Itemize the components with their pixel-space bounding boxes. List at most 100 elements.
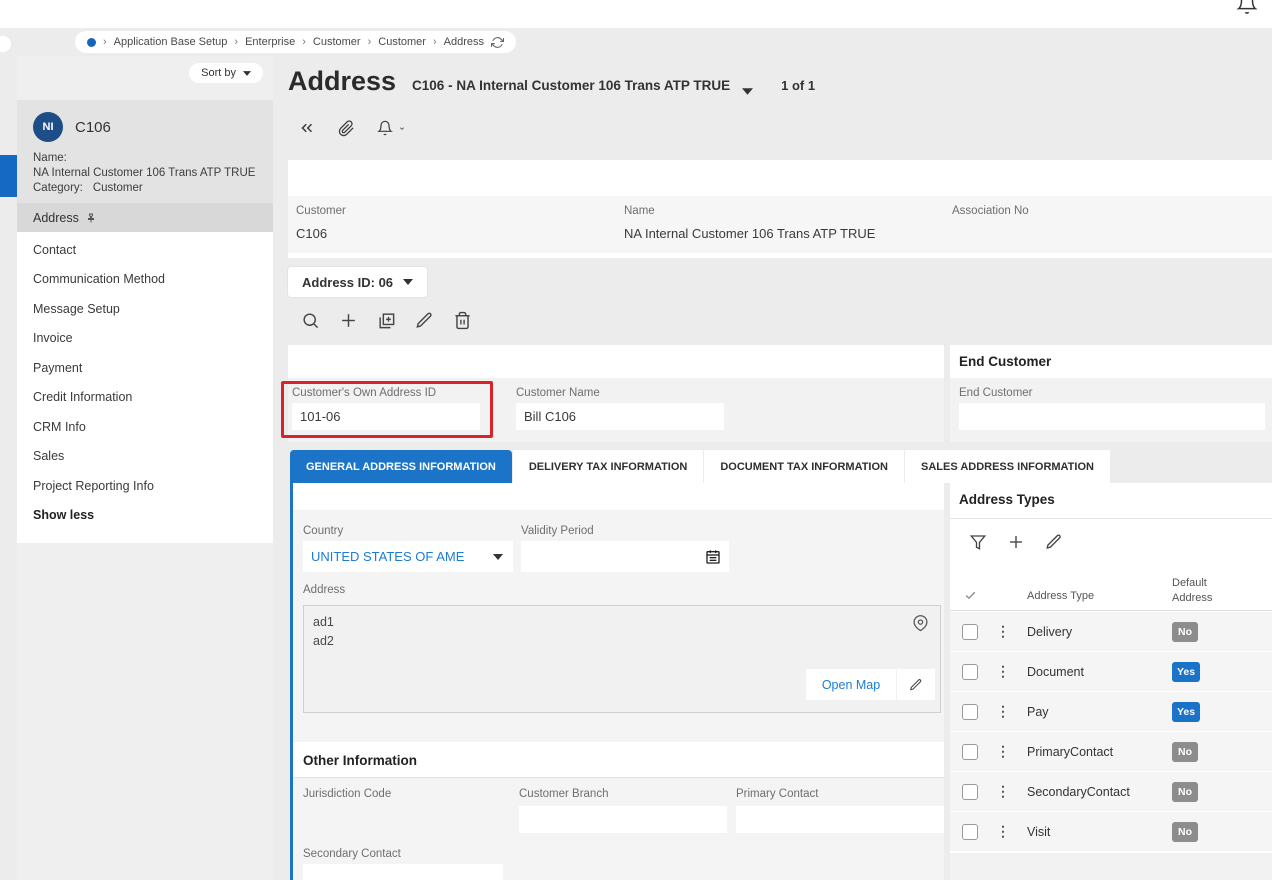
end-customer-title: End Customer xyxy=(959,354,1052,369)
customer-summary-panel: Customer C106 Name NA Internal Customer 106… xyxy=(288,160,1272,258)
other-information-section: Jurisdiction Code Customer Branch Primary … xyxy=(293,778,944,880)
row-checkbox[interactable] xyxy=(962,663,978,680)
other-info-input[interactable] xyxy=(303,864,503,880)
chevron-down-icon xyxy=(493,553,503,560)
edit-pencil-icon[interactable] xyxy=(1045,533,1063,551)
sidebar-item-address-selected[interactable]: Address xyxy=(17,203,273,232)
record-subtitle: C106 - NA Internal Customer 106 Trans AT… xyxy=(412,78,731,93)
row-checkbox[interactable] xyxy=(962,823,978,840)
customer-summary-fields: Customer C106 Name NA Internal Customer 106… xyxy=(288,196,1272,253)
sidebar-item-sales[interactable]: Sales xyxy=(17,442,273,472)
summary-field-label: Customer xyxy=(296,205,346,217)
sidebar-item-payment[interactable]: Payment xyxy=(17,353,273,383)
sidebar-nav-list: Contact Communication Method Message Setup… xyxy=(17,232,273,543)
row-checkbox[interactable] xyxy=(962,623,978,640)
address-type-row: ⋮ Visit No xyxy=(950,812,1272,851)
other-info-label: Jurisdiction Code xyxy=(303,788,392,800)
tab-sales[interactable]: SALES ADDRESS INFORMATION xyxy=(905,450,1110,483)
breadcrumb-separator: › xyxy=(103,36,107,48)
row-menu-kebab-icon[interactable]: ⋮ xyxy=(996,823,1010,840)
sidebar-item-credit-information[interactable]: Credit Information xyxy=(17,383,273,413)
customer-summary-card: NI C106 Name: NA Internal Customer 106 T… xyxy=(17,100,273,203)
search-icon[interactable] xyxy=(301,311,320,330)
address-edit-pencil-icon[interactable] xyxy=(897,669,935,700)
notifications-bell-icon[interactable] xyxy=(1236,0,1258,15)
country-select[interactable]: UNITED STATES OF AME xyxy=(303,541,513,572)
validity-period-input[interactable] xyxy=(521,541,729,572)
edit-pencil-icon[interactable] xyxy=(415,311,434,330)
address-type-name: Visit xyxy=(1027,824,1051,839)
chevron-down-icon xyxy=(403,279,414,285)
filter-icon[interactable] xyxy=(969,533,987,551)
customer-name-label: Customer Name xyxy=(516,387,600,399)
sidebar-item-contact[interactable]: Contact xyxy=(17,235,273,265)
sidebar-item-invoice[interactable]: Invoice xyxy=(17,324,273,354)
add-icon[interactable] xyxy=(339,311,358,330)
other-info-input[interactable] xyxy=(519,806,727,833)
map-pin-icon[interactable] xyxy=(912,615,929,632)
row-checkbox[interactable] xyxy=(962,703,978,720)
default-address-badge: Yes xyxy=(1172,701,1201,722)
column-default-address[interactable]: Default Address xyxy=(1172,576,1212,606)
own-address-id-input[interactable]: 101-06 xyxy=(292,403,480,430)
sidebar-item-message-setup[interactable]: Message Setup xyxy=(17,294,273,324)
row-menu-kebab-icon[interactable]: ⋮ xyxy=(996,703,1010,720)
home-dot-icon[interactable] xyxy=(87,37,96,47)
own-address-id-label: Customer's Own Address ID xyxy=(292,387,437,399)
row-menu-kebab-icon[interactable]: ⋮ xyxy=(996,743,1010,760)
tab-document[interactable]: DOCUMENT TAX INFORMATION xyxy=(704,450,904,483)
row-checkbox[interactable] xyxy=(962,783,978,800)
address-textarea[interactable]: ad1 ad2 Open Map xyxy=(303,605,941,713)
sidebar-show-less[interactable]: Show less xyxy=(17,501,273,531)
tab-general[interactable]: GENERAL ADDRESS INFORMATION xyxy=(290,450,512,483)
refresh-icon[interactable] xyxy=(490,36,504,49)
row-menu-kebab-icon[interactable]: ⋮ xyxy=(996,783,1010,800)
breadcrumb-item[interactable]: Application Base Setup xyxy=(114,36,228,48)
row-menu-kebab-icon[interactable]: ⋮ xyxy=(996,663,1010,680)
country-value: UNITED STATES OF AME xyxy=(311,549,465,564)
collapse-left-icon[interactable] xyxy=(298,119,316,137)
summary-field-label: Name xyxy=(624,205,655,217)
end-customer-panel: End Customer End Customer xyxy=(950,345,1272,442)
address-detail-card: Customer's Own Address ID 101-06 Custome… xyxy=(281,345,944,442)
address-detail-fields: Customer's Own Address ID 101-06 Custome… xyxy=(281,378,944,442)
row-menu-kebab-icon[interactable]: ⋮ xyxy=(996,623,1010,640)
breadcrumb-item[interactable]: Customer xyxy=(378,36,426,48)
breadcrumb-item[interactable]: Enterprise xyxy=(245,36,295,48)
address-types-panel: Address Types Address Type Default Addre… xyxy=(950,483,1272,880)
default-address-badge: No xyxy=(1172,821,1198,842)
delete-trash-icon[interactable] xyxy=(453,311,472,330)
validity-period-label: Validity Period xyxy=(521,525,594,537)
column-address-type[interactable]: Address Type xyxy=(1027,589,1094,604)
summary-field: Association No xyxy=(944,196,1272,253)
customer-name-input[interactable]: Bill C106 xyxy=(516,403,724,430)
calendar-icon[interactable] xyxy=(705,549,721,565)
other-info-input[interactable] xyxy=(736,806,944,833)
select-all-check-icon[interactable] xyxy=(964,589,977,602)
sidebar-item-crm-info[interactable]: CRM Info xyxy=(17,412,273,442)
row-checkbox[interactable] xyxy=(962,743,978,760)
sort-by-button[interactable]: Sort by xyxy=(189,63,263,83)
sidebar-item-project-reporting-info[interactable]: Project Reporting Info xyxy=(17,471,273,501)
breadcrumb-separator: › xyxy=(367,36,372,48)
breadcrumb: › Application Base Setup › Enterprise › Custo… xyxy=(75,31,516,53)
summary-field-value: C106 xyxy=(296,226,328,241)
attachment-paperclip-icon[interactable] xyxy=(338,119,355,137)
record-selector-caret-icon[interactable] xyxy=(742,87,754,95)
tab-delivery[interactable]: DELIVERY TAX INFORMATION xyxy=(512,450,704,483)
open-map-button[interactable]: Open Map xyxy=(806,669,896,700)
address-id-label: Address ID: 06 xyxy=(302,274,394,290)
address-type-row: ⋮ Delivery No xyxy=(950,612,1272,651)
sidebar-name-label: Name: xyxy=(33,152,67,164)
default-address-badge: No xyxy=(1172,621,1198,642)
address-types-table-body: ⋮ Delivery No ⋮ Document Yes ⋮ Pay Yes ⋮ PrimaryCo… xyxy=(950,612,1272,852)
breadcrumb-item[interactable]: Address xyxy=(444,36,484,48)
sidebar-item-communication-method[interactable]: Communication Method xyxy=(17,265,273,295)
add-icon[interactable] xyxy=(1007,533,1025,551)
duplicate-icon[interactable] xyxy=(377,311,396,330)
other-info-label: Secondary Contact xyxy=(303,848,401,860)
end-customer-input[interactable] xyxy=(959,403,1265,430)
subscribe-bell-icon[interactable] xyxy=(377,120,407,136)
address-id-selector[interactable]: Address ID: 06 xyxy=(288,267,428,297)
breadcrumb-item[interactable]: Customer xyxy=(313,36,361,48)
